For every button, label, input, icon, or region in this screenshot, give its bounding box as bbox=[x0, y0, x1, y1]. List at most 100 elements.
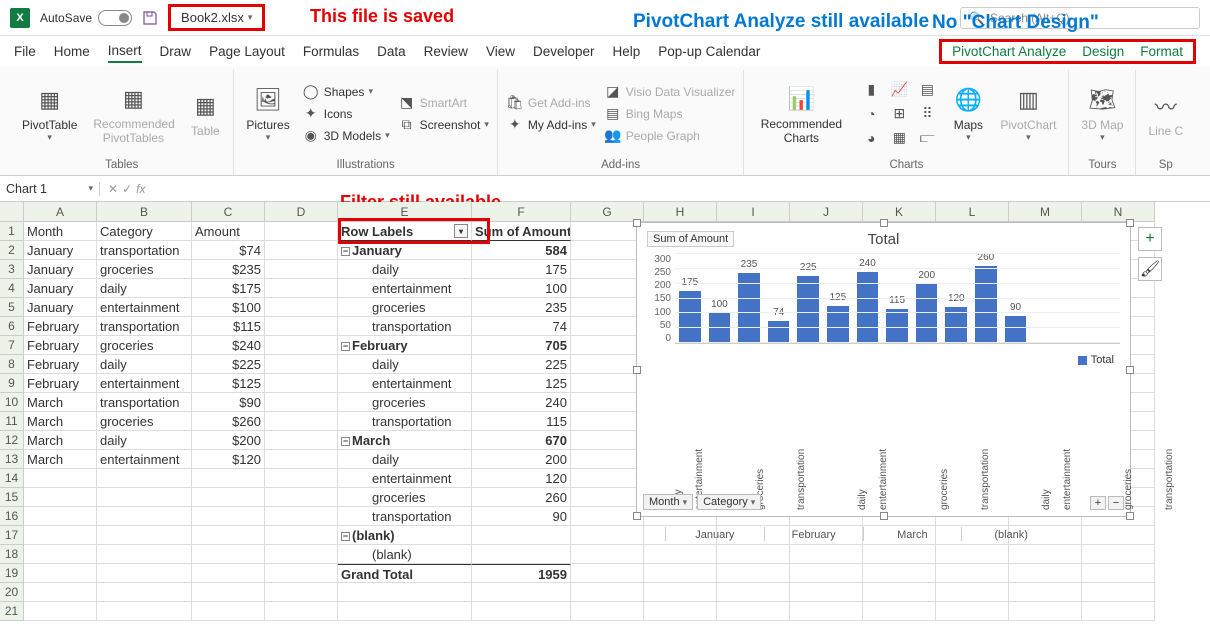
chart-styles-button[interactable]: 🖌 bbox=[1138, 257, 1162, 281]
pivottable-button[interactable]: ▦PivotTable▾ bbox=[18, 82, 81, 145]
fx-icon[interactable]: fx bbox=[136, 182, 145, 196]
3dmodels-button[interactable]: ◉3D Models ▾ bbox=[302, 126, 390, 146]
row-header-16[interactable]: 16 bbox=[0, 507, 24, 526]
row-header-3[interactable]: 3 bbox=[0, 260, 24, 279]
my-addins-button[interactable]: ✦My Add-ins ▾ bbox=[506, 115, 596, 135]
row-header-17[interactable]: 17 bbox=[0, 526, 24, 545]
chart-pie-btn[interactable]: ◕ bbox=[858, 127, 884, 149]
tab-developer[interactable]: Developer bbox=[533, 41, 595, 62]
col-header-L[interactable]: L bbox=[936, 202, 1009, 222]
pivotchart-button[interactable]: ▥PivotChart▾ bbox=[996, 82, 1060, 145]
chart-combo-btn[interactable]: ⫍ bbox=[914, 127, 940, 149]
col-header-D[interactable]: D bbox=[265, 202, 338, 222]
row-header-20[interactable]: 20 bbox=[0, 583, 24, 602]
row-header-11[interactable]: 11 bbox=[0, 412, 24, 431]
collapse-icon[interactable]: − bbox=[341, 342, 350, 351]
filename-box[interactable]: Book2.xlsx ▾ bbox=[168, 4, 265, 31]
row-header-18[interactable]: 18 bbox=[0, 545, 24, 564]
autosave-toggle[interactable] bbox=[98, 10, 132, 26]
col-header-M[interactable]: M bbox=[1009, 202, 1082, 222]
expand-minus-button[interactable]: − bbox=[1108, 496, 1124, 510]
chart-field-button-month[interactable]: Month ▾ bbox=[643, 494, 693, 510]
col-header-K[interactable]: K bbox=[863, 202, 936, 222]
row-header-5[interactable]: 5 bbox=[0, 298, 24, 317]
enter-icon[interactable]: ✓ bbox=[122, 182, 132, 196]
chart-bar[interactable]: 225 bbox=[797, 276, 819, 343]
chart-bar[interactable]: 260 bbox=[975, 266, 997, 343]
collapse-icon[interactable]: − bbox=[341, 532, 350, 541]
chart-field-button-category[interactable]: Category ▾ bbox=[697, 494, 761, 510]
col-header-A[interactable]: A bbox=[24, 202, 97, 222]
col-header-I[interactable]: I bbox=[717, 202, 790, 222]
tab-help[interactable]: Help bbox=[613, 41, 641, 62]
chart-bar[interactable]: 115 bbox=[886, 309, 908, 343]
bing-button[interactable]: ▤Bing Maps bbox=[604, 104, 736, 124]
smartart-button[interactable]: ⬔SmartArt bbox=[398, 93, 489, 113]
row-header-4[interactable]: 4 bbox=[0, 279, 24, 298]
row-header-9[interactable]: 9 bbox=[0, 374, 24, 393]
chart-hier-btn[interactable]: ◔ bbox=[858, 103, 884, 125]
chart-stat-btn[interactable]: ⊞ bbox=[886, 103, 912, 125]
tab-data[interactable]: Data bbox=[377, 41, 406, 62]
row-header-10[interactable]: 10 bbox=[0, 393, 24, 412]
row-header-8[interactable]: 8 bbox=[0, 355, 24, 374]
3dmap-button[interactable]: 🗺3D Map▾ bbox=[1077, 82, 1127, 145]
row-header-2[interactable]: 2 bbox=[0, 241, 24, 260]
column-headers[interactable]: ABCDEFGHIJKLMN bbox=[0, 202, 1155, 222]
icons-button[interactable]: ✦Icons bbox=[302, 104, 390, 124]
chart-scatter-btn[interactable]: ⠿ bbox=[914, 103, 940, 125]
col-header-B[interactable]: B bbox=[97, 202, 192, 222]
chart-bar[interactable]: 90 bbox=[1005, 316, 1027, 343]
tab-draw[interactable]: Draw bbox=[160, 41, 192, 62]
chart-bar[interactable]: 175 bbox=[679, 291, 701, 343]
chart-map-btn[interactable]: ▦ bbox=[886, 127, 912, 149]
get-addins-button[interactable]: 🛍Get Add-ins bbox=[506, 93, 596, 113]
row-header-13[interactable]: 13 bbox=[0, 450, 24, 469]
row-header-21[interactable]: 21 bbox=[0, 602, 24, 621]
collapse-icon[interactable]: − bbox=[341, 247, 350, 256]
col-header-J[interactable]: J bbox=[790, 202, 863, 222]
visio-button[interactable]: ◪Visio Data Visualizer bbox=[604, 82, 736, 102]
col-header-H[interactable]: H bbox=[644, 202, 717, 222]
chart-bar-btn[interactable]: ▤ bbox=[914, 79, 940, 101]
row-header-14[interactable]: 14 bbox=[0, 469, 24, 488]
context-tab-pivotchart-analyze[interactable]: PivotChart Analyze bbox=[952, 44, 1066, 59]
tab-pop-up-calendar[interactable]: Pop-up Calendar bbox=[658, 41, 760, 62]
tab-page-layout[interactable]: Page Layout bbox=[209, 41, 285, 62]
chart-bar[interactable]: 100 bbox=[709, 313, 731, 343]
row-header-12[interactable]: 12 bbox=[0, 431, 24, 450]
collapse-icon[interactable]: − bbox=[341, 437, 350, 446]
chart-line-btn[interactable]: 📈 bbox=[886, 79, 912, 101]
expand-plus-button[interactable]: + bbox=[1090, 496, 1106, 510]
pivot-filter-button[interactable]: ▾ bbox=[454, 224, 468, 238]
search-box[interactable]: 🔍 Search (Alt+Q) bbox=[960, 7, 1200, 29]
pivot-chart-object[interactable]: Sum of Amount + 🖌 Total 3002502001501005… bbox=[636, 222, 1131, 517]
col-header-F[interactable]: F bbox=[472, 202, 571, 222]
shapes-button[interactable]: ◯Shapes ▾ bbox=[302, 82, 390, 102]
rec-charts-button[interactable]: 📊Recommended Charts bbox=[752, 81, 850, 147]
table-button[interactable]: ▦Table bbox=[185, 88, 225, 140]
chart-legend[interactable]: Total bbox=[1078, 354, 1114, 366]
context-tab-format[interactable]: Format bbox=[1140, 44, 1183, 59]
tab-file[interactable]: File bbox=[14, 41, 36, 62]
sparkline-button[interactable]: 〰Line C bbox=[1144, 88, 1187, 140]
row-headers[interactable]: 123456789101112131415161718192021 bbox=[0, 222, 24, 621]
cancel-icon[interactable]: ✕ bbox=[108, 182, 118, 196]
row-header-6[interactable]: 6 bbox=[0, 317, 24, 336]
col-header-E[interactable]: E bbox=[338, 202, 472, 222]
row-header-1[interactable]: 1 bbox=[0, 222, 24, 241]
tab-view[interactable]: View bbox=[486, 41, 515, 62]
people-button[interactable]: 👥People Graph bbox=[604, 126, 736, 146]
col-header-N[interactable]: N bbox=[1082, 202, 1155, 222]
name-box[interactable]: Chart 1▾ bbox=[0, 182, 100, 196]
row-header-7[interactable]: 7 bbox=[0, 336, 24, 355]
recommended-pivot-button[interactable]: ▦Recommended PivotTables bbox=[89, 81, 177, 147]
screenshot-button[interactable]: ⧉Screenshot ▾ bbox=[398, 115, 489, 135]
chart-plot-area[interactable]: 1751002357422512524011520012026090 bbox=[675, 254, 1120, 344]
maps-button[interactable]: 🌐Maps▾ bbox=[948, 82, 988, 145]
col-header-C[interactable]: C bbox=[192, 202, 265, 222]
chart-bar[interactable]: 235 bbox=[738, 273, 760, 343]
context-tab-design[interactable]: Design bbox=[1082, 44, 1124, 59]
chart-col-btn[interactable]: ▮ bbox=[858, 79, 884, 101]
chart-elements-button[interactable]: + bbox=[1138, 227, 1162, 251]
